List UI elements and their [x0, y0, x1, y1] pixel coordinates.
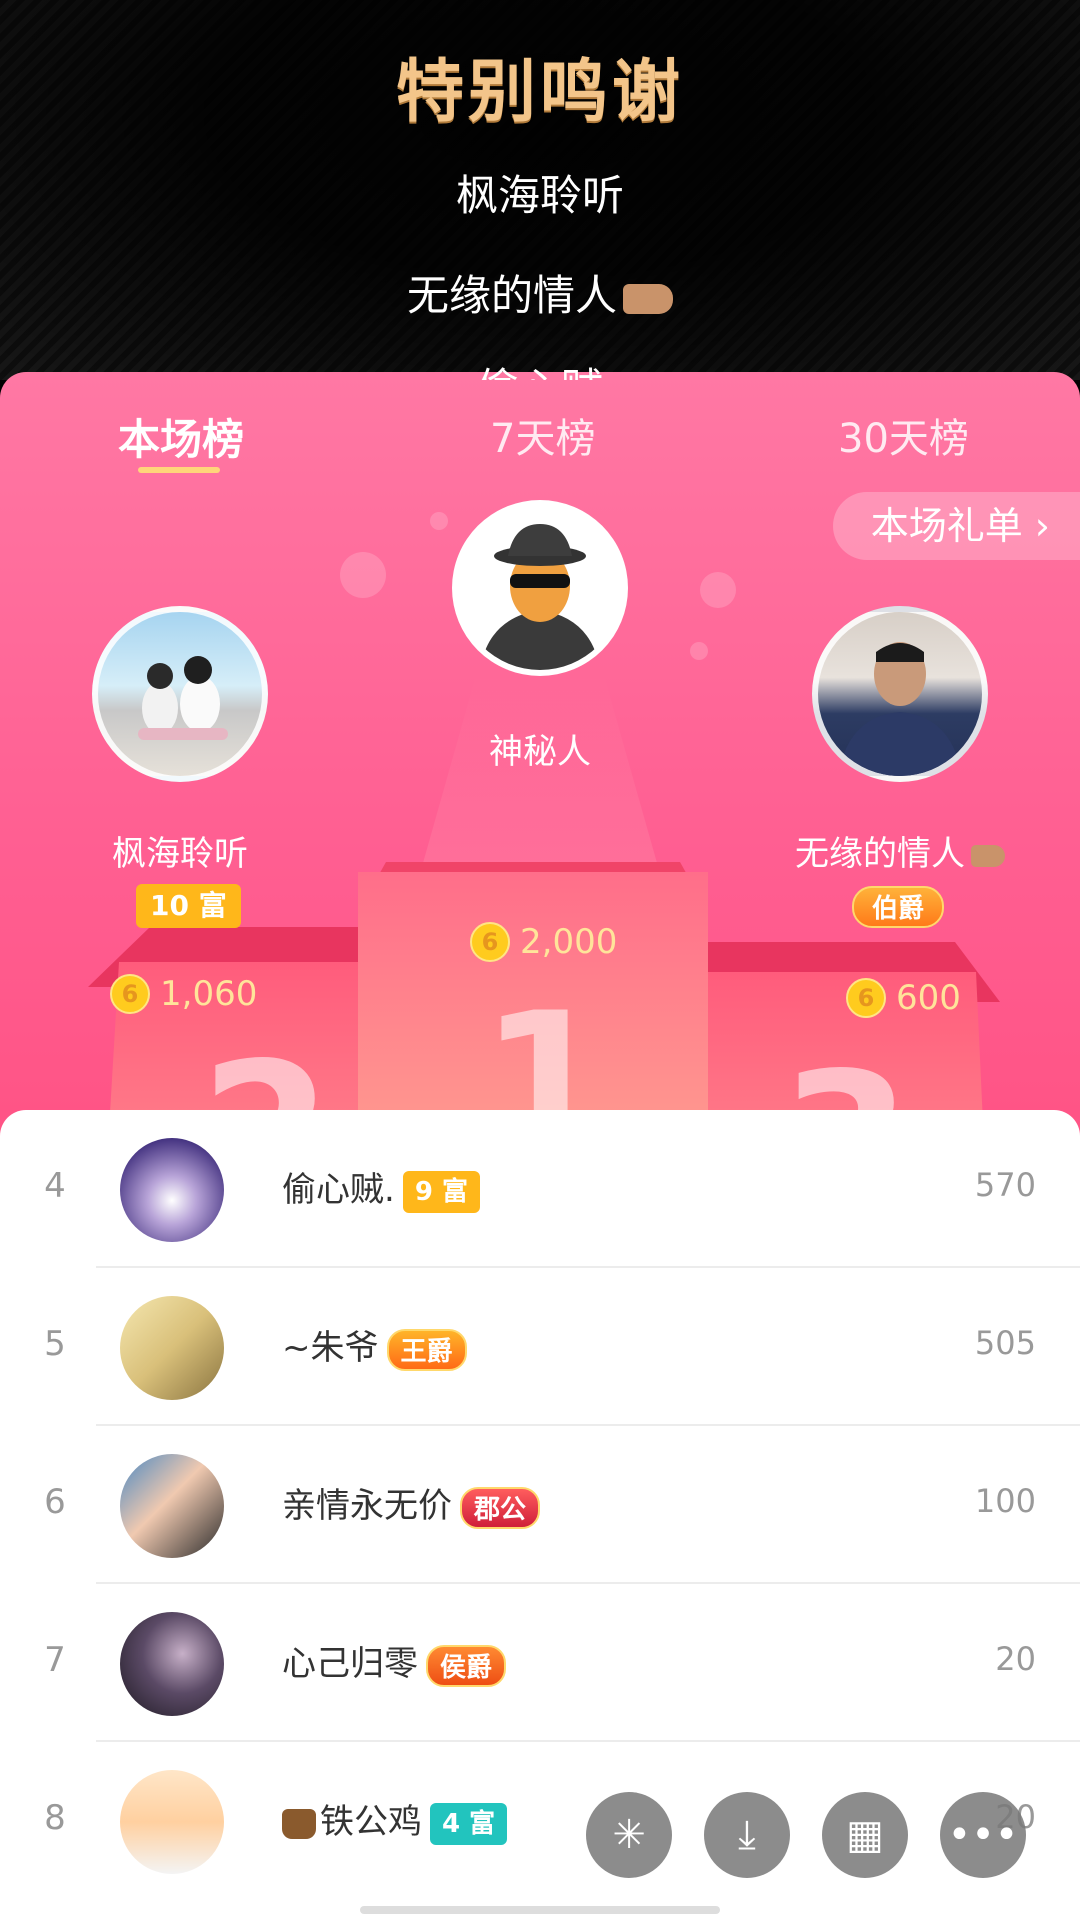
nobility-badge: 侯爵 [426, 1644, 507, 1687]
grid-icon[interactable]: ▦ [822, 1792, 908, 1878]
list-item[interactable]: 8 铁公鸡4 富 20 [0, 1742, 1080, 1900]
bubble-decoration [690, 642, 708, 660]
tab-bar: 本场榜 7天榜 30天榜 [0, 372, 1080, 500]
user-name: 亲情永无价 郡公 [282, 1478, 541, 1529]
user-name: 偷心贼. 9 富 [282, 1162, 480, 1213]
active-tab-indicator [138, 467, 220, 473]
list-item[interactable]: 5 ~朱爷 王爵 505 [0, 1268, 1080, 1426]
second-place-name: 枫海聆听 [112, 834, 248, 874]
second-place-score: 6 1,060 [110, 972, 257, 1014]
credits-name: 枫海聆听 [455, 171, 624, 220]
rank-number: 5 [44, 1324, 66, 1364]
credits-title: 特别鸣谢 [395, 53, 684, 132]
list-item[interactable]: 4 偷心贼. 9 富 570 [0, 1110, 1080, 1268]
user-score: 20 [995, 1640, 1036, 1678]
coin-icon: 6 [846, 977, 886, 1018]
tab-7-days[interactable]: 7天榜 [490, 406, 595, 464]
avatar-first-place[interactable] [452, 500, 628, 676]
nobility-badge: 郡公 [460, 1486, 541, 1529]
tab-this-session[interactable]: 本场榜 [118, 406, 244, 467]
tab-30-days[interactable]: 30天榜 [838, 406, 969, 464]
man-portrait-icon [838, 642, 962, 776]
rank-number: 7 [44, 1640, 66, 1680]
couple-photo-icon [138, 656, 228, 740]
avatar[interactable] [120, 1612, 224, 1716]
avatar-second-place[interactable] [92, 606, 268, 782]
coin-icon: 6 [110, 973, 150, 1014]
first-place-score: 6 2,000 [470, 920, 617, 962]
gift-list-button[interactable]: 本场礼单 › [832, 492, 1080, 560]
pointing-hand-icon [623, 283, 673, 314]
list-item[interactable]: 6 亲情永无价 郡公 100 [0, 1426, 1080, 1584]
credits-name: 偷心贼 [0, 355, 1080, 380]
handbag-icon [282, 1808, 316, 1839]
bubble-decoration [430, 512, 448, 530]
avatar[interactable] [120, 1296, 224, 1400]
ranking-list: 4 偷心贼. 9 富 570 5 ~朱爷 王爵 505 6 亲情永无价 郡公 100 … [0, 1110, 1080, 1920]
third-place-name: 无缘的情人 [760, 826, 1040, 875]
wealth-level-badge: 10 富 [136, 884, 241, 928]
sparkle-icon[interactable]: ✳ [586, 1792, 672, 1878]
mystery-person-icon [458, 506, 622, 670]
avatar-third-place[interactable] [812, 606, 988, 782]
user-score: 505 [974, 1324, 1036, 1362]
avatar[interactable] [120, 1138, 224, 1242]
more-icon[interactable]: ••• [940, 1792, 1026, 1878]
wealth-level-badge: 9 富 [402, 1170, 480, 1213]
nobility-badge: 伯爵 [852, 886, 945, 928]
list-item[interactable]: 7 心己归零 侯爵 20 [0, 1584, 1080, 1742]
download-icon[interactable]: ⤓ [704, 1792, 790, 1878]
home-indicator[interactable] [360, 1906, 720, 1914]
bubble-decoration [340, 552, 386, 598]
wealth-level-badge: 4 富 [430, 1802, 508, 1845]
user-score: 100 [974, 1482, 1036, 1520]
nobility-badge: 王爵 [386, 1328, 467, 1371]
coin-icon: 6 [470, 921, 510, 962]
avatar[interactable] [120, 1770, 224, 1874]
user-name: 心己归零 侯爵 [282, 1636, 507, 1687]
credits-banner: 特别鸣谢 枫海聆听 无缘的情人 偷心贼 [0, 0, 1080, 380]
gift-list-label: 本场礼单 [870, 504, 1023, 548]
avatar[interactable] [120, 1454, 224, 1558]
rank-number: 8 [44, 1798, 66, 1838]
user-score: 570 [974, 1166, 1036, 1204]
third-place-score: 6 600 [846, 976, 961, 1018]
pointing-hand-icon [971, 844, 1005, 867]
first-place-name: 神秘人 [489, 732, 591, 772]
rank-number: 4 [44, 1166, 66, 1206]
credits-name: 无缘的情人 [0, 262, 1080, 323]
bubble-decoration [700, 572, 736, 608]
user-name: 铁公鸡 4 富 [282, 1794, 508, 1845]
rank-number: 6 [44, 1482, 66, 1522]
user-name: ~朱爷 王爵 [282, 1320, 467, 1371]
chevron-right-icon: › [1034, 504, 1050, 548]
